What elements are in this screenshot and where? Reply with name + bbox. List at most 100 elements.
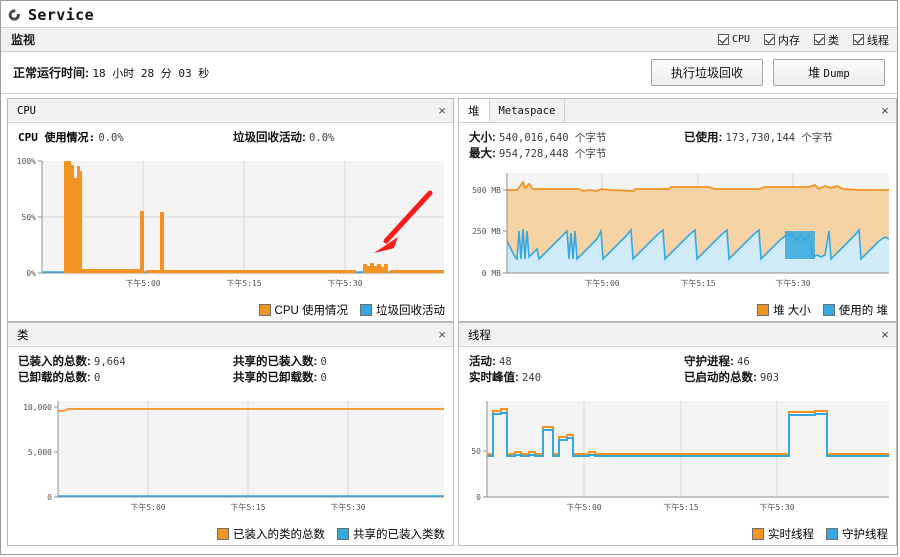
threads-stat-total-started: 已启动的总数: 903: [684, 370, 779, 386]
heap-xtick-3: 下午5:30: [775, 278, 810, 288]
classes-legend-item-loaded: 已装入的类的总数: [217, 526, 325, 542]
service-monitor-window: Service 监视 CPU 内存 类 线程 正常运行时间: 18 小时 28 …: [0, 0, 898, 555]
heap-stat-size: 大小: 540,016,640 个字节: [469, 130, 684, 146]
threads-plot-bg: [487, 401, 889, 497]
page-title: Service: [28, 6, 95, 24]
classes-stat-shared-unloaded-label: 共享的已卸载数:: [233, 372, 318, 384]
cpu-stat-gc: 垃圾回收活动: 0.0%: [233, 130, 334, 146]
checkbox-memory-box[interactable]: [764, 34, 775, 45]
legend-swatch-orange-icon: [757, 304, 770, 316]
heap-stat-max-value: 954,728,448 个字节: [499, 148, 607, 160]
heap-stat-max: 最大: 954,728,448 个字节: [469, 146, 684, 162]
cpu-chart: 100% 50% 0% 下午5:00 下午5:15 下午5:30 CPU 使用情…: [8, 153, 453, 321]
uptime-label: 正常运行时间:: [13, 66, 89, 80]
classes-panel-body: 已装入的总数: 9,664 共享的已装入数: 0 已卸载的总数: 0 共享的已卸…: [8, 347, 453, 545]
close-icon[interactable]: ×: [874, 99, 896, 122]
classes-panel-header: 类 ×: [8, 323, 453, 347]
threads-stat-live: 活动: 48: [469, 354, 684, 370]
cpu-stats: CPU 使用情况: 0.0% 垃圾回收活动: 0.0%: [18, 130, 445, 146]
ring-icon: [8, 8, 20, 21]
legend-swatch-orange-icon: [258, 304, 271, 316]
threads-xtick-2: 下午5:15: [663, 502, 698, 512]
classes-legend-label-shared: 共享的已装入类数: [353, 529, 445, 541]
cpu-stat-usage-label: CPU 使用情况:: [18, 131, 96, 144]
heap-dump-button[interactable]: 堆 Dump: [773, 59, 885, 86]
tab-metaspace[interactable]: Metaspace: [490, 99, 566, 122]
cpu-panel-body: CPU 使用情况: 0.0% 垃圾回收活动: 0.0% 100% 50% 0% …: [8, 123, 453, 321]
threads-stat-peak-label: 实时峰值:: [469, 372, 519, 384]
heap-panel: 堆 Metaspace × 大小: 540,016,640 个字节 已使用: 1…: [458, 98, 897, 322]
legend-swatch-blue-icon: [822, 304, 835, 316]
classes-panel: 类 × 已装入的总数: 9,664 共享的已装入数: 0 已卸载的总数: 0 共…: [7, 322, 454, 546]
heap-ytick-500: 500 MB: [472, 186, 501, 195]
heap-ytick-0: 0 MB: [482, 269, 501, 278]
legend-swatch-blue-icon: [826, 528, 838, 540]
perform-gc-button[interactable]: 执行垃圾回收: [651, 59, 763, 86]
action-buttons: 执行垃圾回收 堆 Dump: [651, 59, 885, 86]
checkbox-threads[interactable]: 线程: [853, 32, 889, 48]
legend-swatch-orange-icon: [217, 528, 229, 540]
threads-chart-svg: 50 0 下午5:00 下午5:15 下午5:30: [471, 401, 889, 512]
checkbox-threads-box[interactable]: [853, 34, 864, 45]
threads-stat-total-started-value: 903: [760, 372, 780, 384]
threads-ytick-0: 0: [476, 493, 481, 502]
cpu-ytick-50: 50%: [22, 213, 37, 222]
classes-panel-title: 类: [17, 329, 29, 342]
cpu-stat-gc-label: 垃圾回收活动:: [233, 132, 306, 144]
checkbox-memory[interactable]: 内存: [764, 32, 800, 48]
checkbox-classes-label: 类: [828, 34, 839, 47]
classes-stat-loaded-label: 已装入的总数:: [18, 356, 91, 368]
classes-stat-shared-unloaded-value: 0: [320, 372, 327, 384]
heap-panel-body: 大小: 540,016,640 个字节 已使用: 173,730,144 个字节…: [459, 123, 896, 321]
cpu-stat-gc-value: 0.0%: [309, 132, 335, 144]
cpu-panel-header: CPU ×: [8, 99, 453, 123]
heap-stat-used-value: 173,730,144 个字节: [725, 132, 833, 144]
heap-ytick-250: 250 MB: [472, 227, 501, 236]
heap-stat-used: 已使用: 173,730,144 个字节: [684, 130, 833, 146]
cpu-ytick-100: 100%: [17, 157, 36, 166]
close-icon[interactable]: ×: [874, 323, 896, 346]
threads-legend-label-live: 实时线程: [768, 529, 814, 541]
checkbox-classes-box[interactable]: [814, 34, 825, 45]
uptime-value: 18 小时 28 分 03 秒: [92, 67, 210, 80]
checkbox-cpu-box[interactable]: [717, 34, 729, 45]
threads-stats-row1: 活动: 48 守护进程: 46: [469, 354, 888, 370]
checkbox-cpu-label: CPU: [731, 34, 750, 45]
threads-stat-total-started-label: 已启动的总数:: [684, 372, 757, 384]
classes-legend-item-shared: 共享的已装入类数: [337, 526, 445, 542]
classes-stat-shared-loaded-label: 共享的已装入数:: [233, 356, 318, 368]
heap-legend-label-used: 使用的 堆: [838, 305, 888, 317]
classes-legend-label-loaded: 已装入的类的总数: [233, 529, 325, 541]
threads-stat-daemon: 守护进程: 46: [684, 354, 750, 370]
heap-chart: 500 MB 250 MB 0 MB 下午5:00 下午5:15 下午5:30 …: [459, 169, 896, 321]
classes-stat-loaded: 已装入的总数: 9,664: [18, 354, 233, 370]
cpu-xtick-3: 下午5:30: [327, 278, 362, 288]
heap-xtick-2: 下午5:15: [680, 278, 715, 288]
checkbox-classes[interactable]: 类: [814, 32, 839, 48]
classes-xtick-3: 下午5:30: [330, 502, 365, 512]
threads-panel-title: 线程: [468, 329, 491, 342]
cpu-panel-title: CPU: [17, 104, 36, 117]
threads-xtick-3: 下午5:30: [759, 502, 794, 512]
cpu-panel: CPU × CPU 使用情况: 0.0% 垃圾回收活动: 0.0% 100% 5…: [7, 98, 454, 322]
checkbox-cpu[interactable]: CPU: [717, 34, 750, 45]
cpu-legend: CPU 使用情况 垃圾回收活动: [8, 301, 453, 321]
heap-xtick-1: 下午5:00: [584, 278, 619, 288]
uptime-block: 正常运行时间: 18 小时 28 分 03 秒: [13, 64, 209, 81]
checkbox-memory-label: 内存: [778, 34, 800, 47]
tab-heap[interactable]: 堆: [459, 99, 490, 122]
monitor-label: 监视: [11, 33, 36, 47]
uptime-row: 正常运行时间: 18 小时 28 分 03 秒 执行垃圾回收 堆 Dump: [1, 52, 897, 94]
classes-stat-shared-unloaded: 共享的已卸载数: 0: [233, 370, 327, 386]
legend-swatch-blue-icon: [360, 304, 372, 316]
classes-xtick-2: 下午5:15: [230, 502, 265, 512]
threads-legend: 实时线程 守护线程: [459, 525, 896, 545]
close-icon[interactable]: ×: [431, 99, 453, 122]
heap-panel-header: 堆 Metaspace ×: [459, 99, 896, 123]
metric-checkbox-group: CPU 内存 类 线程: [717, 32, 889, 48]
heap-dump-button-prefix: 堆: [808, 66, 821, 80]
heap-legend-item-size: 堆 大小: [757, 302, 811, 318]
threads-panel-body: 活动: 48 守护进程: 46 实时峰值: 240 已启动的总数: 903 50…: [459, 347, 896, 545]
close-icon[interactable]: ×: [431, 323, 453, 346]
classes-stats-row2: 已卸载的总数: 0 共享的已卸载数: 0: [18, 370, 445, 386]
